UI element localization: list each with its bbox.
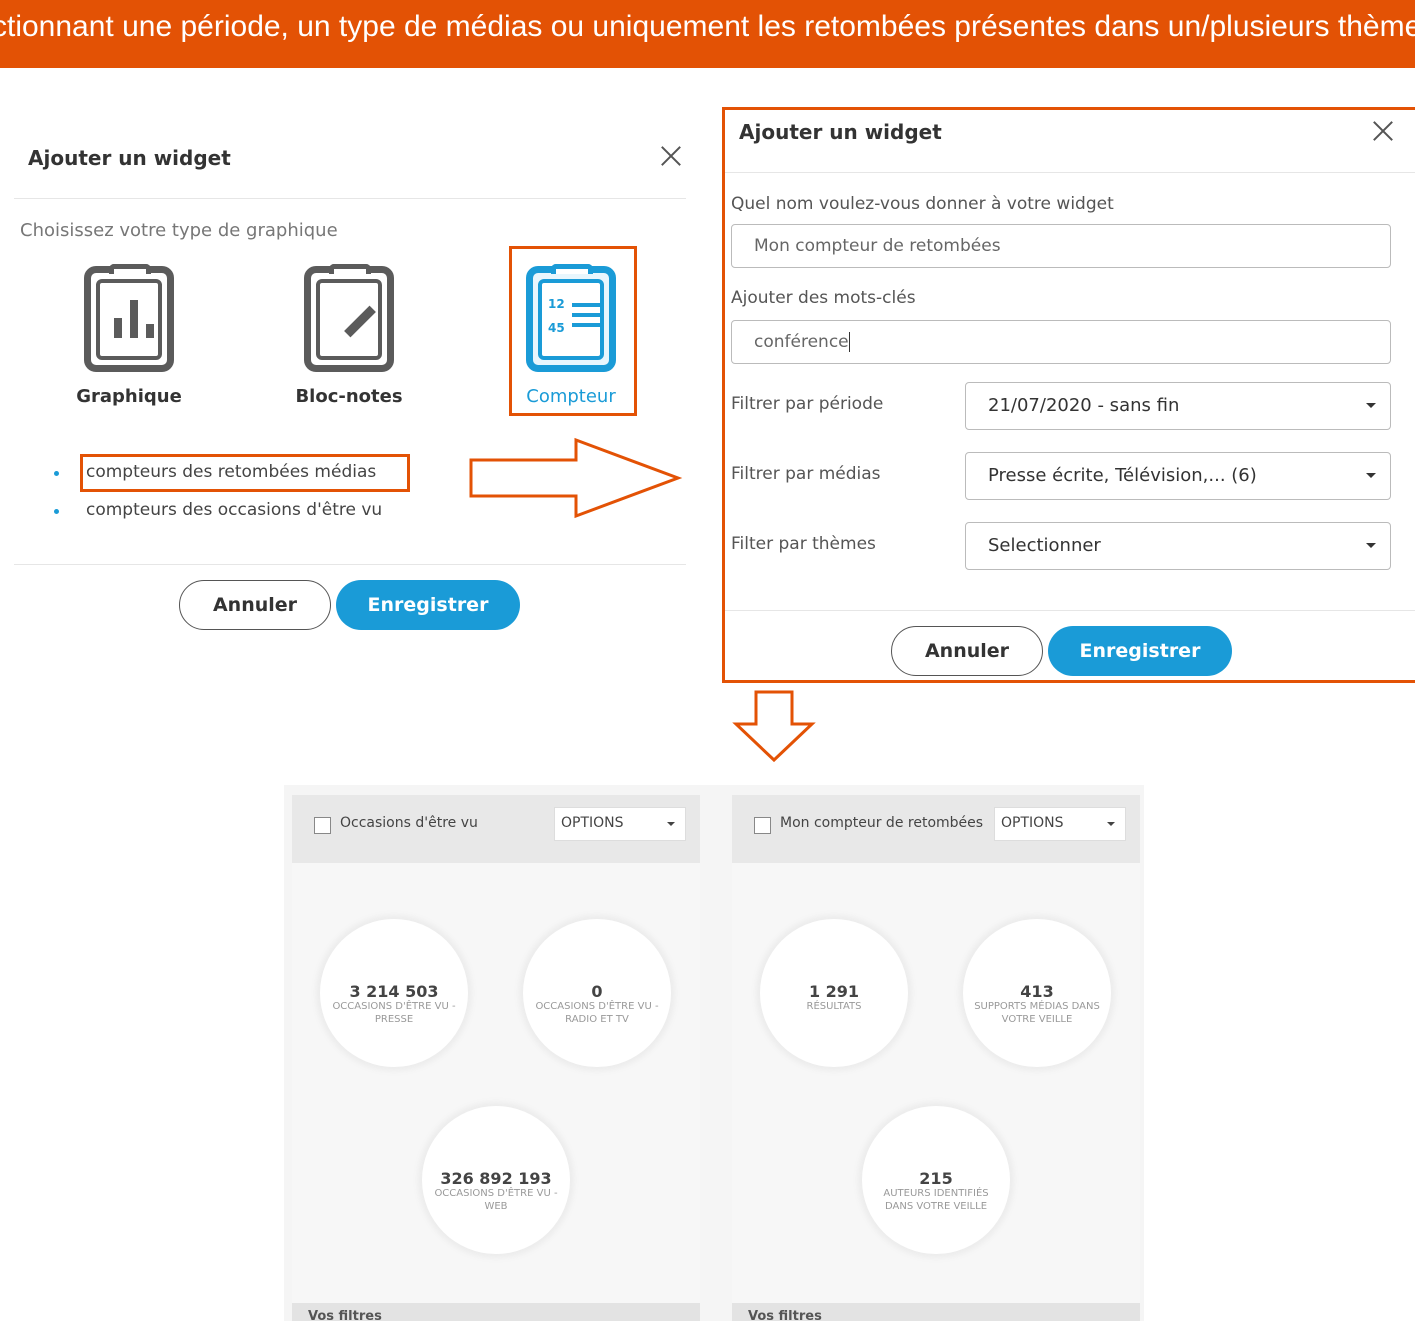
divider (725, 610, 1415, 611)
chevron-down-icon (667, 822, 675, 826)
keywords-input[interactable]: conférence (731, 320, 1391, 364)
widget-retombees: Mon compteur de retombées OPTIONS 1 291 … (732, 795, 1140, 1321)
counter-caption: OCCASIONS D'ÊTRE VU - PRESSE (332, 1001, 456, 1025)
cancel-button[interactable]: Annuler (891, 626, 1043, 676)
widget-occasions: Occasions d'être vu OPTIONS 3 214 503 OC… (292, 795, 700, 1321)
divider (14, 564, 686, 565)
counter-clipboard-icon: 12 45 (526, 264, 616, 372)
counter-circle: 3 214 503 OCCASIONS D'ÊTRE VU - PRESSE (320, 919, 468, 1067)
save-button[interactable]: Enregistrer (1048, 626, 1232, 676)
type-label: Compteur (526, 386, 616, 407)
type-compteur[interactable]: 12 45 Compteur (506, 264, 636, 407)
widget-title: Occasions d'être vu (340, 815, 478, 831)
divider (14, 198, 686, 199)
options-dropdown[interactable]: OPTIONS (994, 807, 1126, 841)
themes-filter-select[interactable]: Selectionner (965, 522, 1391, 570)
widget-name-input[interactable]: Mon compteur de retombées (731, 224, 1391, 268)
close-icon[interactable] (1372, 120, 1394, 142)
filters-label: Vos filtres (308, 1309, 382, 1321)
save-button[interactable]: Enregistrer (336, 580, 520, 630)
divider (725, 172, 1415, 173)
dialog-title: Ajouter un widget (739, 120, 942, 144)
add-widget-dialog-config: Ajouter un widget Quel nom voulez-vous d… (722, 107, 1415, 683)
dashboard-widgets: Occasions d'être vu OPTIONS 3 214 503 OC… (284, 785, 1144, 1321)
counter-circle: 215 AUTEURS IDENTIFIÉS DANS VOTRE VEILLE (862, 1106, 1010, 1254)
counter-circle: 0 OCCASIONS D'ÊTRE VU - RADIO ET TV (523, 919, 671, 1067)
media-filter-label: Filtrer par médias (731, 464, 881, 484)
counter-caption: OCCASIONS D'ÊTRE VU - RADIO ET TV (535, 1001, 659, 1025)
instruction-banner: ctionnant une période, un type de médias… (0, 0, 1415, 68)
page: ctionnant une période, un type de médias… (0, 0, 1415, 1321)
counter-circle: 1 291 RÉSULTATS (760, 919, 908, 1067)
period-filter-label: Filtrer par période (731, 394, 884, 414)
counter-value: 413 (1020, 982, 1054, 1001)
widget-header: Occasions d'être vu OPTIONS (292, 795, 700, 863)
down-arrow-icon (732, 690, 816, 763)
chevron-down-icon (1366, 473, 1376, 478)
chart-type-subtitle: Choisissez votre type de graphique (20, 220, 338, 241)
cancel-button[interactable]: Annuler (179, 580, 331, 630)
media-filter-select[interactable]: Presse écrite, Télévision,... (6) (965, 452, 1391, 500)
chevron-down-icon (1366, 403, 1376, 408)
widget-checkbox[interactable] (754, 817, 771, 834)
right-arrow-icon (469, 437, 683, 519)
type-label: Graphique (76, 386, 182, 407)
counter-value: 326 892 193 (440, 1169, 552, 1188)
widget-checkbox[interactable] (314, 817, 331, 834)
counter-caption: SUPPORTS MÉDIAS DANS VOTRE VEILLE (974, 1001, 1100, 1025)
counter-circle: 326 892 193 OCCASIONS D'ÊTRE VU - WEB (422, 1106, 570, 1254)
dialog-title: Ajouter un widget (28, 146, 231, 170)
selected-option-highlight (80, 454, 410, 492)
type-bloc-notes[interactable]: Bloc-notes (284, 264, 414, 407)
counter-caption: OCCASIONS D'ÊTRE VU - WEB (434, 1188, 558, 1212)
pencil-clipboard-icon (304, 264, 394, 372)
options-dropdown[interactable]: OPTIONS (554, 807, 686, 841)
period-filter-select[interactable]: 21/07/2020 - sans fin (965, 382, 1391, 430)
counter-value: 0 (591, 982, 603, 1001)
type-graphique[interactable]: Graphique (64, 264, 194, 407)
widget-title: Mon compteur de retombées (780, 815, 984, 831)
add-widget-dialog-type: Ajouter un widget Choisissez votre type … (14, 128, 686, 648)
counter-value: 3 214 503 (349, 982, 439, 1001)
widget-header: Mon compteur de retombées OPTIONS (732, 795, 1140, 863)
counter-circle: 413 SUPPORTS MÉDIAS DANS VOTRE VEILLE (963, 919, 1111, 1067)
type-label: Bloc-notes (295, 386, 403, 407)
keywords-label: Ajouter des mots-clés (731, 288, 916, 308)
banner-text: ctionnant une période, un type de médias… (0, 10, 1415, 43)
close-icon[interactable] (660, 145, 682, 167)
counter-caption: RÉSULTATS (806, 1001, 862, 1012)
filters-label: Vos filtres (748, 1309, 822, 1321)
themes-filter-label: Filter par thèmes (731, 534, 876, 554)
counter-value: 1 291 (808, 982, 860, 1001)
chevron-down-icon (1107, 822, 1115, 826)
counter-value: 215 (919, 1169, 953, 1188)
bar-chart-clipboard-icon (84, 264, 174, 372)
widget-footer: Vos filtres (732, 1303, 1140, 1321)
chevron-down-icon (1366, 543, 1376, 548)
counter-caption: AUTEURS IDENTIFIÉS DANS VOTRE VEILLE (883, 1188, 989, 1212)
option-occasions-etre-vu[interactable]: compteurs des occasions d'être vu (54, 496, 382, 534)
widget-footer: Vos filtres (292, 1303, 700, 1321)
widget-name-label: Quel nom voulez-vous donner à votre widg… (731, 194, 1114, 214)
